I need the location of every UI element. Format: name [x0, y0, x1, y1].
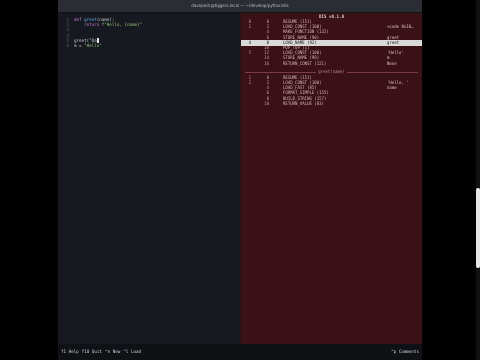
title-bar: davepeck@tiggers.local — ~/develop/pytho…: [58, 0, 422, 18]
instruction-row[interactable]: 10 RETURN_VALUE (83): [241, 101, 422, 107]
code-token: m =: [74, 43, 85, 48]
argument-value: None: [387, 60, 397, 66]
status-bar: f1 Help f10 Quit ^n New ^l Load ^p Comments: [58, 344, 422, 360]
instruction-row[interactable]: 16 RETURN_CONST (121) None: [241, 61, 422, 67]
code-text: m = "Hello": [74, 43, 102, 49]
code-editor[interactable]: 1 def greet(name): 2 return f"Hello, {name…: [58, 13, 240, 344]
shortcut-help[interactable]: f1 Help: [61, 344, 79, 360]
shortcut-quit[interactable]: f10 Quit: [82, 344, 102, 360]
shortcut-label: Load: [128, 349, 142, 354]
shortcut-label: Help: [66, 349, 79, 354]
offset: 10: [264, 100, 269, 106]
line-number: 6: [66, 43, 69, 48]
shortcut-label: New: [110, 349, 121, 354]
shortcut-load[interactable]: ^l Load: [123, 344, 141, 360]
opcode: RETURN_CONST (121): [283, 60, 327, 66]
window-title: davepeck@tiggers.local — ~/develop/pytho…: [191, 3, 289, 8]
shortcut-comments[interactable]: ^p Comments: [391, 344, 419, 360]
scrollbar-track[interactable]: [476, 0, 480, 360]
code-token: "Hello": [84, 43, 102, 48]
terminal-window: davepeck@tiggers.local — ~/develop/pytho…: [58, 0, 422, 360]
disassembly-pane[interactable]: DIS v0.1.0 0 0 RESUME (151) 1 2 LOAD_CONST (1…: [241, 13, 422, 344]
shortcut-new[interactable]: ^n New: [105, 344, 120, 360]
shortcut-label: Quit: [89, 349, 102, 354]
scrollbar-thumb[interactable]: [476, 188, 480, 268]
opcode: RETURN_VALUE (83): [283, 100, 324, 106]
section-title: greet(name): [316, 68, 347, 74]
code-line: 6 m = "Hello": [58, 43, 240, 49]
offset: 16: [264, 60, 269, 66]
shortcut-label: Comments: [396, 349, 419, 354]
